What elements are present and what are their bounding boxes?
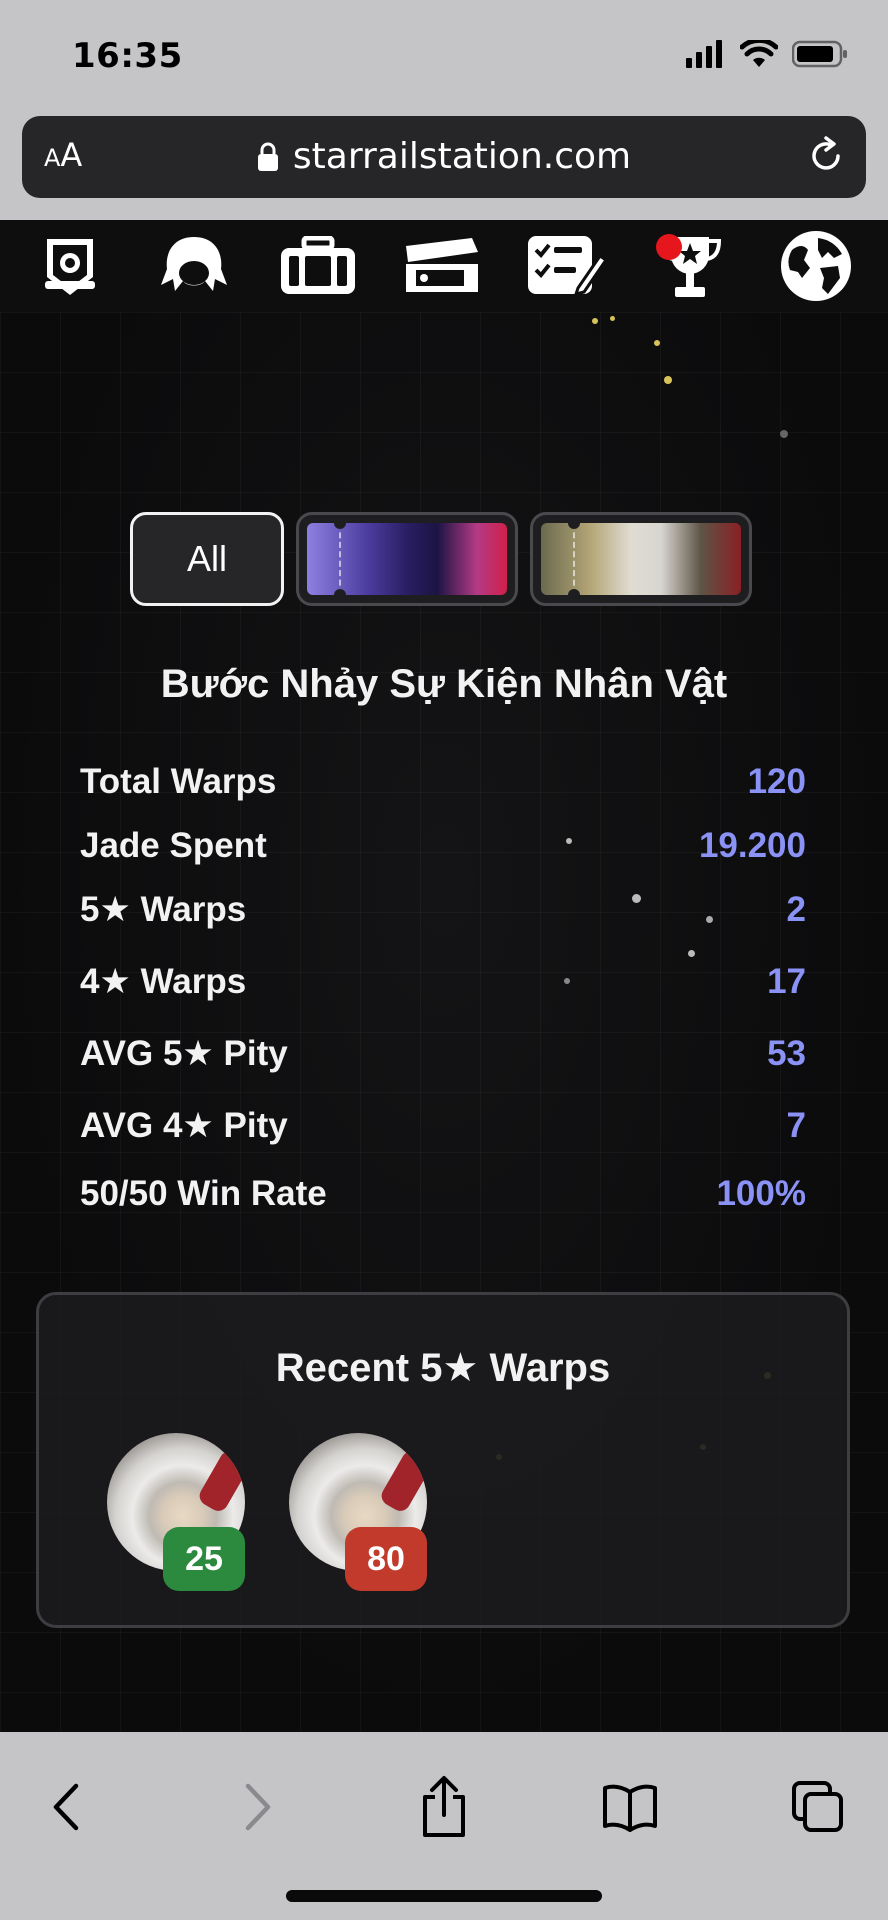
nav-warps[interactable] <box>402 226 482 306</box>
globe-icon <box>781 231 851 301</box>
tab-all[interactable]: All <box>130 512 284 606</box>
stat-value: 100% <box>716 1174 806 1213</box>
nav-language[interactable] <box>776 226 856 306</box>
stat-value: 120 <box>747 762 806 801</box>
tab-banner-seele[interactable] <box>296 512 518 606</box>
stat-row-4star-warps: 4★ Warps 17 <box>80 962 806 1002</box>
sparkle-decor <box>610 316 615 321</box>
pity-badge: 80 <box>345 1527 427 1591</box>
stat-value: 19.200 <box>698 826 806 865</box>
bookmarks-button[interactable] <box>590 1772 670 1842</box>
recent-warp-avatar[interactable]: 25 <box>107 1433 253 1591</box>
nav-inventory[interactable] <box>278 226 358 306</box>
book-icon <box>603 1784 657 1832</box>
stat-value: 17 <box>767 962 806 1001</box>
ticket-notch <box>568 523 580 529</box>
browser-address-area: AA starrailstation.com <box>0 112 888 220</box>
status-bar: 16:35 <box>0 0 888 112</box>
back-button[interactable] <box>26 1772 106 1842</box>
pity-badge: 25 <box>163 1527 245 1591</box>
chevron-right-icon <box>245 1783 271 1831</box>
stat-label: 50/50 Win Rate <box>80 1174 327 1213</box>
stat-row-avg-4star-pity: AVG 4★ Pity 7 <box>80 1106 806 1146</box>
pass-icon <box>45 239 95 295</box>
character-icon <box>161 237 227 291</box>
share-button[interactable] <box>404 1772 484 1842</box>
nav-characters[interactable] <box>154 226 234 306</box>
home-indicator <box>286 1890 602 1902</box>
stat-row-avg-5star-pity: AVG 5★ Pity 53 <box>80 1034 806 1074</box>
recent-warps-title: Recent 5★ Warps <box>275 1346 611 1390</box>
stat-label: Jade Spent <box>80 826 267 865</box>
stat-value: 7 <box>786 1106 806 1145</box>
nav-pass[interactable] <box>30 226 110 306</box>
signal-icon <box>686 40 722 68</box>
recent-warps-card: Recent 5★ Warps 25 80 <box>36 1292 850 1628</box>
sparkle-decor <box>654 340 660 346</box>
url-text: starrailstation.com <box>292 136 632 177</box>
stat-label: AVG 5★ Pity <box>80 1034 288 1073</box>
ticket-notch <box>568 589 580 595</box>
banner-title: Bước Nhảy Sự Kiện Nhân Vật <box>160 662 728 706</box>
reload-icon[interactable] <box>804 134 848 178</box>
stat-label: 5★ Warps <box>80 890 247 929</box>
lock-icon <box>257 142 278 171</box>
ticket-notch <box>334 589 346 595</box>
tabs-icon <box>792 1781 843 1832</box>
app-navbar <box>0 220 888 312</box>
nav-achievements[interactable] <box>650 226 730 306</box>
stat-value: 53 <box>767 1034 806 1073</box>
stat-label: Total Warps <box>80 762 277 801</box>
url-display[interactable]: starrailstation.com <box>22 136 866 177</box>
warp-ticket-icon <box>406 238 478 292</box>
sparkle-decor <box>688 950 695 957</box>
status-icons <box>686 40 848 68</box>
tabs-button[interactable] <box>778 1772 858 1842</box>
sparkle-decor <box>592 318 598 324</box>
checklist-icon <box>528 236 606 297</box>
address-bar[interactable]: AA starrailstation.com <box>22 116 866 198</box>
battery-icon <box>792 40 847 68</box>
ticket-perforation <box>573 523 575 595</box>
stat-row-5star-warps: 5★ Warps 2 <box>80 890 806 930</box>
stat-row-total-warps: Total Warps 120 <box>80 762 806 802</box>
wifi-icon <box>740 40 778 67</box>
warp-stats-page: All Bước Nhảy Sự Kiện Nhân Vật Total War… <box>0 312 888 1732</box>
stat-label: AVG 4★ Pity <box>80 1106 288 1145</box>
banner-tabs: All <box>130 512 752 606</box>
recent-warp-avatar[interactable]: 80 <box>289 1433 435 1591</box>
stat-row-win-rate: 50/50 Win Rate 100% <box>80 1174 806 1214</box>
share-icon <box>423 1776 465 1837</box>
forward-button[interactable] <box>218 1772 298 1842</box>
stat-label: 4★ Warps <box>80 962 247 1001</box>
sparkle-decor <box>780 430 788 438</box>
inventory-icon <box>281 236 355 294</box>
chevron-left-icon <box>53 1783 79 1831</box>
avatar-hair-accent <box>196 1447 245 1515</box>
stat-row-jade-spent: Jade Spent 19.200 <box>80 826 806 866</box>
tab-banner-jingliu[interactable] <box>530 512 752 606</box>
status-time: 16:35 <box>72 36 183 76</box>
nav-checklist[interactable] <box>526 226 606 306</box>
banner-jingliu-image <box>541 523 741 595</box>
ticket-perforation <box>339 523 341 595</box>
sparkle-decor <box>664 376 672 384</box>
ticket-notch <box>334 523 346 529</box>
avatar-hair-accent <box>378 1447 427 1515</box>
notification-dot <box>656 234 682 260</box>
stat-value: 2 <box>786 890 806 929</box>
banner-seele-image <box>307 523 507 595</box>
